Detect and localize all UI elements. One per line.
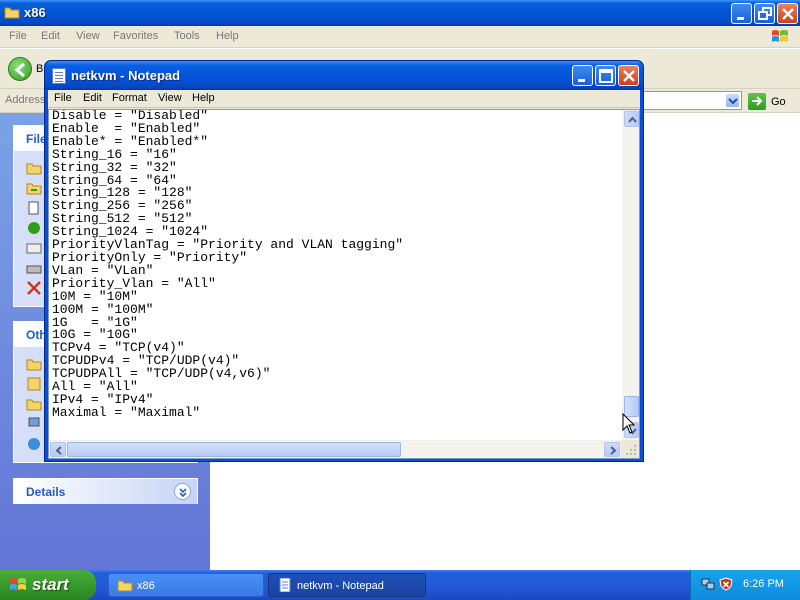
minimize-button[interactable] bbox=[572, 65, 593, 86]
resize-grip-icon bbox=[626, 445, 636, 455]
address-input[interactable] bbox=[640, 91, 742, 110]
minimize-icon bbox=[578, 79, 585, 82]
details-panel: Details bbox=[13, 478, 198, 504]
notepad-title: netkvm - Notepad bbox=[71, 68, 181, 83]
menu-file[interactable]: File bbox=[54, 92, 72, 104]
delete-icon bbox=[27, 281, 41, 295]
scroll-up-button[interactable] bbox=[624, 111, 639, 127]
horizontal-scroll-thumb[interactable] bbox=[67, 442, 401, 457]
menu-help[interactable]: Help bbox=[192, 92, 215, 104]
menu-edit[interactable]: Edit bbox=[83, 92, 102, 104]
minimize-icon bbox=[737, 17, 744, 20]
mouse-cursor-icon bbox=[622, 413, 636, 434]
taskbar-item-label: netkvm - Notepad bbox=[297, 580, 384, 592]
horizontal-scrollbar[interactable] bbox=[49, 440, 622, 458]
back-button[interactable] bbox=[8, 57, 32, 81]
chevron-right-icon bbox=[610, 446, 617, 455]
notepad-window: netkvm - Notepad File Edit Format View H… bbox=[44, 60, 644, 462]
address-dropdown-button[interactable] bbox=[725, 93, 740, 108]
close-icon bbox=[782, 8, 794, 20]
taskbar-item-x86[interactable]: x86 bbox=[108, 573, 264, 597]
notepad-icon bbox=[279, 578, 291, 592]
explorer-titlebar[interactable]: x86 bbox=[0, 0, 800, 26]
restore-button[interactable] bbox=[754, 3, 775, 24]
resize-grip[interactable] bbox=[621, 440, 639, 458]
start-button[interactable]: start bbox=[0, 570, 96, 600]
copy-icon bbox=[28, 201, 39, 215]
folder-icon bbox=[4, 7, 20, 19]
network-icon[interactable] bbox=[701, 577, 715, 591]
folder-icon bbox=[26, 359, 42, 371]
menu-tools[interactable]: Tools bbox=[174, 26, 200, 42]
menu-file[interactable]: File bbox=[9, 26, 27, 42]
close-button[interactable] bbox=[777, 3, 798, 24]
publish-icon bbox=[28, 222, 40, 234]
scroll-right-button[interactable] bbox=[604, 442, 620, 457]
menu-view[interactable]: View bbox=[158, 92, 182, 104]
taskbar-item-label: x86 bbox=[137, 580, 155, 592]
text-line[interactable]: Maximal = "Maximal" bbox=[52, 406, 617, 420]
notepad-titlebar[interactable]: netkvm - Notepad bbox=[45, 61, 643, 90]
system-tray: 6:26 PM bbox=[690, 570, 800, 600]
chevron-left-icon bbox=[55, 446, 62, 455]
text-content[interactable]: Disable = "Disabled" Enable = "Enabled" En… bbox=[52, 110, 617, 440]
taskbar-item-notepad[interactable]: netkvm - Notepad bbox=[268, 573, 426, 597]
chevron-down-icon bbox=[179, 488, 187, 498]
explorer-menubar: File Edit View Favorites Tools Help bbox=[0, 26, 800, 48]
menu-help[interactable]: Help bbox=[216, 26, 239, 42]
print-icon bbox=[26, 265, 42, 274]
menu-format[interactable]: Format bbox=[112, 92, 147, 104]
arrow-left-icon bbox=[14, 62, 25, 78]
maximize-icon bbox=[599, 69, 613, 83]
menu-view[interactable]: View bbox=[76, 26, 100, 42]
folder-icon bbox=[26, 163, 42, 175]
close-button[interactable] bbox=[618, 65, 639, 86]
maximize-button[interactable] bbox=[595, 65, 616, 86]
chevron-up-icon bbox=[628, 116, 637, 123]
move-icon bbox=[26, 183, 42, 195]
text-editor[interactable]: Disable = "Disabled" Enable = "Enabled" En… bbox=[48, 109, 640, 459]
clock[interactable]: 6:26 PM bbox=[743, 578, 784, 590]
explorer-title: x86 bbox=[24, 5, 46, 20]
email-icon bbox=[26, 243, 42, 254]
close-icon bbox=[623, 70, 635, 82]
vertical-scrollbar[interactable] bbox=[622, 110, 639, 441]
menu-edit[interactable]: Edit bbox=[41, 26, 60, 42]
go-button[interactable] bbox=[748, 93, 766, 110]
back-label: B bbox=[36, 63, 44, 75]
minimize-button[interactable] bbox=[731, 3, 752, 24]
notepad-client: File Edit Format View Help Disable = "Di… bbox=[48, 90, 640, 459]
expand-button[interactable] bbox=[174, 483, 191, 500]
taskbar: start x86 netkvm - Notepad 6:26 PM bbox=[0, 570, 800, 600]
computer-icon bbox=[28, 417, 40, 427]
notepad-icon bbox=[52, 68, 66, 84]
documents-icon bbox=[27, 377, 41, 391]
address-label: Address bbox=[5, 94, 46, 106]
menu-favorites[interactable]: Favorites bbox=[113, 26, 158, 42]
windows-logo-icon bbox=[772, 30, 788, 42]
arrow-right-icon bbox=[752, 96, 763, 106]
windows-logo-icon bbox=[10, 578, 26, 590]
go-label[interactable]: Go bbox=[771, 96, 786, 108]
security-shield-icon[interactable] bbox=[719, 577, 733, 591]
notepad-menubar: File Edit Format View Help bbox=[48, 90, 640, 108]
chevron-down-icon bbox=[728, 98, 738, 105]
folder-icon bbox=[117, 580, 133, 592]
details-heading-label: Details bbox=[26, 485, 66, 499]
folder-icon bbox=[26, 399, 42, 411]
start-label: start bbox=[32, 575, 69, 594]
details-heading[interactable]: Details bbox=[14, 479, 197, 504]
scroll-left-button[interactable] bbox=[50, 442, 66, 457]
restore-icon bbox=[758, 7, 772, 20]
network-icon bbox=[28, 438, 40, 450]
